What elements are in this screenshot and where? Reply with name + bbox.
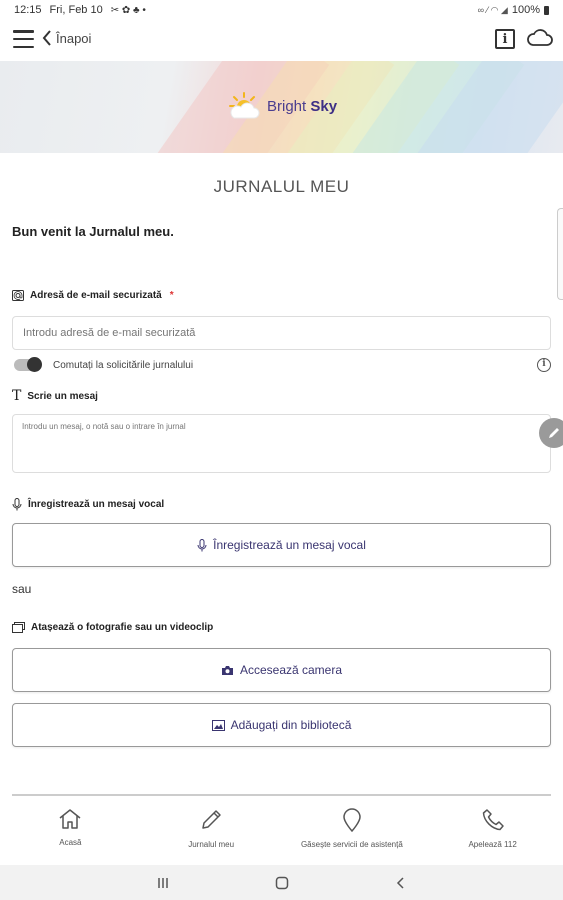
nav-call-112-label: Apelează 112 [468,840,517,849]
back-label: Înapoi [56,30,92,46]
microphone-icon [197,538,207,551]
chevron-left-icon [42,30,51,46]
app-header: Înapoi i [0,22,563,60]
side-drawer-handle[interactable] [557,208,563,300]
at-envelope-icon [12,290,24,301]
nav-call-112[interactable]: Apelează 112 [422,797,563,865]
voice-label: Înregistrează un mesaj vocal [28,499,165,510]
camera-icon [221,665,233,675]
access-camera-button[interactable]: Accesează camera [12,648,551,692]
location-pin-icon [343,808,361,832]
home-button-icon[interactable] [275,876,289,890]
email-label-row: Adresă de e-mail securizată * [12,290,174,301]
status-time: 12:15 [14,4,42,16]
journal-prompts-toggle[interactable] [14,357,42,372]
nav-journal[interactable]: Jurnalul meu [141,797,282,865]
attach-label-row: Atașează o fotografie sau un videoclip [12,622,213,633]
nav-journal-label: Jurnalul meu [188,840,235,849]
edit-fab-button[interactable] [539,418,563,448]
back-button[interactable]: Înapoi [42,30,91,46]
required-mark: * [169,290,174,301]
status-bar: 12:15 Fri, Feb 10 ✂ ✿ ♣ • ∞ ⁄ ◠ ◢ 100% [0,0,563,20]
attach-label: Atașează o fotografie sau un videoclip [31,622,214,633]
divider [12,794,551,796]
add-from-library-button[interactable]: Adăugați din bibliotecă [12,703,551,747]
welcome-text: Bun venit la Jurnalul meu. [12,224,174,239]
journal-prompts-toggle-row: Comutați la solicitările jurnalului i [14,357,551,372]
message-label-row: T Scrie un mesaj [12,389,98,403]
menu-icon[interactable] [13,30,34,48]
home-icon [59,809,81,829]
voice-label-row: Înregistrează un mesaj vocal [12,498,164,511]
bright-sky-logo: Bright Sky [228,91,337,121]
logo-text: Bright Sky [267,97,338,115]
image-icon [211,719,225,731]
nav-find-services[interactable]: Găsește servicii de asistență [282,797,423,865]
sun-cloud-icon [229,92,260,119]
email-label: Adresă de e-mail securizată [30,290,162,301]
photo-video-icon [12,622,25,633]
pencil-icon [549,428,559,438]
info-circle-icon[interactable]: i [537,358,551,372]
notification-icons: ✂ ✿ ♣ • [110,4,146,16]
toggle-label: Comutați la solicitările jurnalului [53,359,194,371]
bottom-navigation: Acasă Jurnalul meu Găsește servicii de a… [0,797,563,865]
nav-find-services-label: Găsește servicii de asistență [300,840,403,849]
email-input[interactable] [12,316,551,350]
recent-apps-icon[interactable] [156,876,170,890]
text-t-icon: T [12,388,22,404]
add-from-library-label: Adăugați din bibliotecă [230,718,352,732]
message-label: Scrie un mesaj [27,390,98,402]
microphone-icon [12,498,22,511]
back-nav-icon[interactable] [394,876,408,890]
nav-home-label: Acasă [59,838,82,847]
status-date: Fri, Feb 10 [49,4,103,16]
record-voice-button-label: Înregistrează un mesaj vocal [213,538,366,552]
or-text: sau [12,582,32,596]
message-textarea[interactable] [12,414,551,473]
battery-percent: 100% [511,4,540,16]
record-voice-button[interactable]: Înregistrează un mesaj vocal [12,523,551,567]
access-camera-label: Accesează camera [239,663,343,677]
pencil-icon [202,810,221,829]
info-icon[interactable]: i [495,29,515,49]
hero-banner: Bright Sky [0,61,563,153]
phone-icon [482,809,504,831]
cloud-icon[interactable] [527,28,553,53]
page-title: JURNALUL MEU [213,177,350,196]
system-navigation-bar [0,865,563,900]
nav-home[interactable]: Acasă [0,797,141,865]
signal-icons: ∞ ⁄ ◠ ◢ [477,4,508,15]
battery-icon [544,5,549,15]
